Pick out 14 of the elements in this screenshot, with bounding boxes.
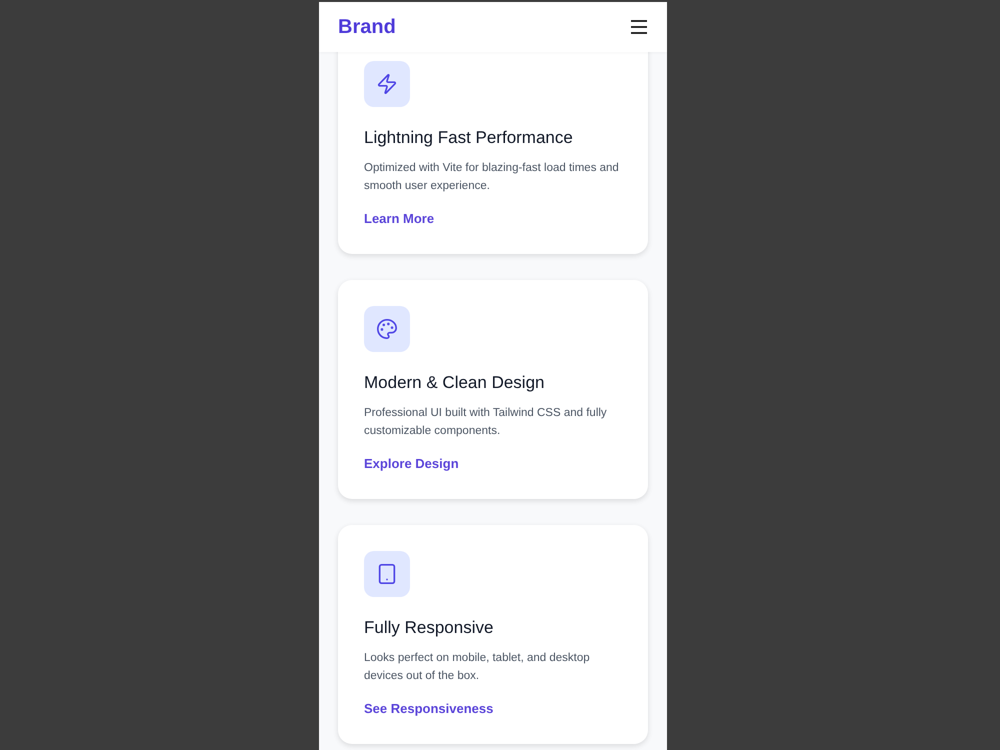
card-description: Professional UI built with Tailwind CSS and fully customizable components.	[364, 406, 608, 439]
brand-logo[interactable]: Brand	[338, 17, 396, 37]
lightning-icon	[376, 73, 398, 95]
card-title: Fully Responsive	[364, 617, 494, 639]
card-title: Lightning Fast Performance	[364, 127, 574, 149]
card-link[interactable]: Explore Design	[364, 454, 459, 474]
card-description: Looks perfect on mobile, tablet, and desktop devices out of the box.	[364, 651, 591, 684]
card-title: Modern & Clean Design	[364, 372, 546, 394]
card-description: Optimized with Vite for blazing-fast load times and smooth user experience.	[364, 161, 620, 194]
menu-icon[interactable]	[631, 20, 647, 34]
card-link[interactable]: Learn More	[364, 209, 434, 229]
tablet-icon	[376, 563, 398, 585]
card-link[interactable]: See Responsiveness	[364, 699, 494, 719]
palette-icon	[376, 318, 398, 340]
